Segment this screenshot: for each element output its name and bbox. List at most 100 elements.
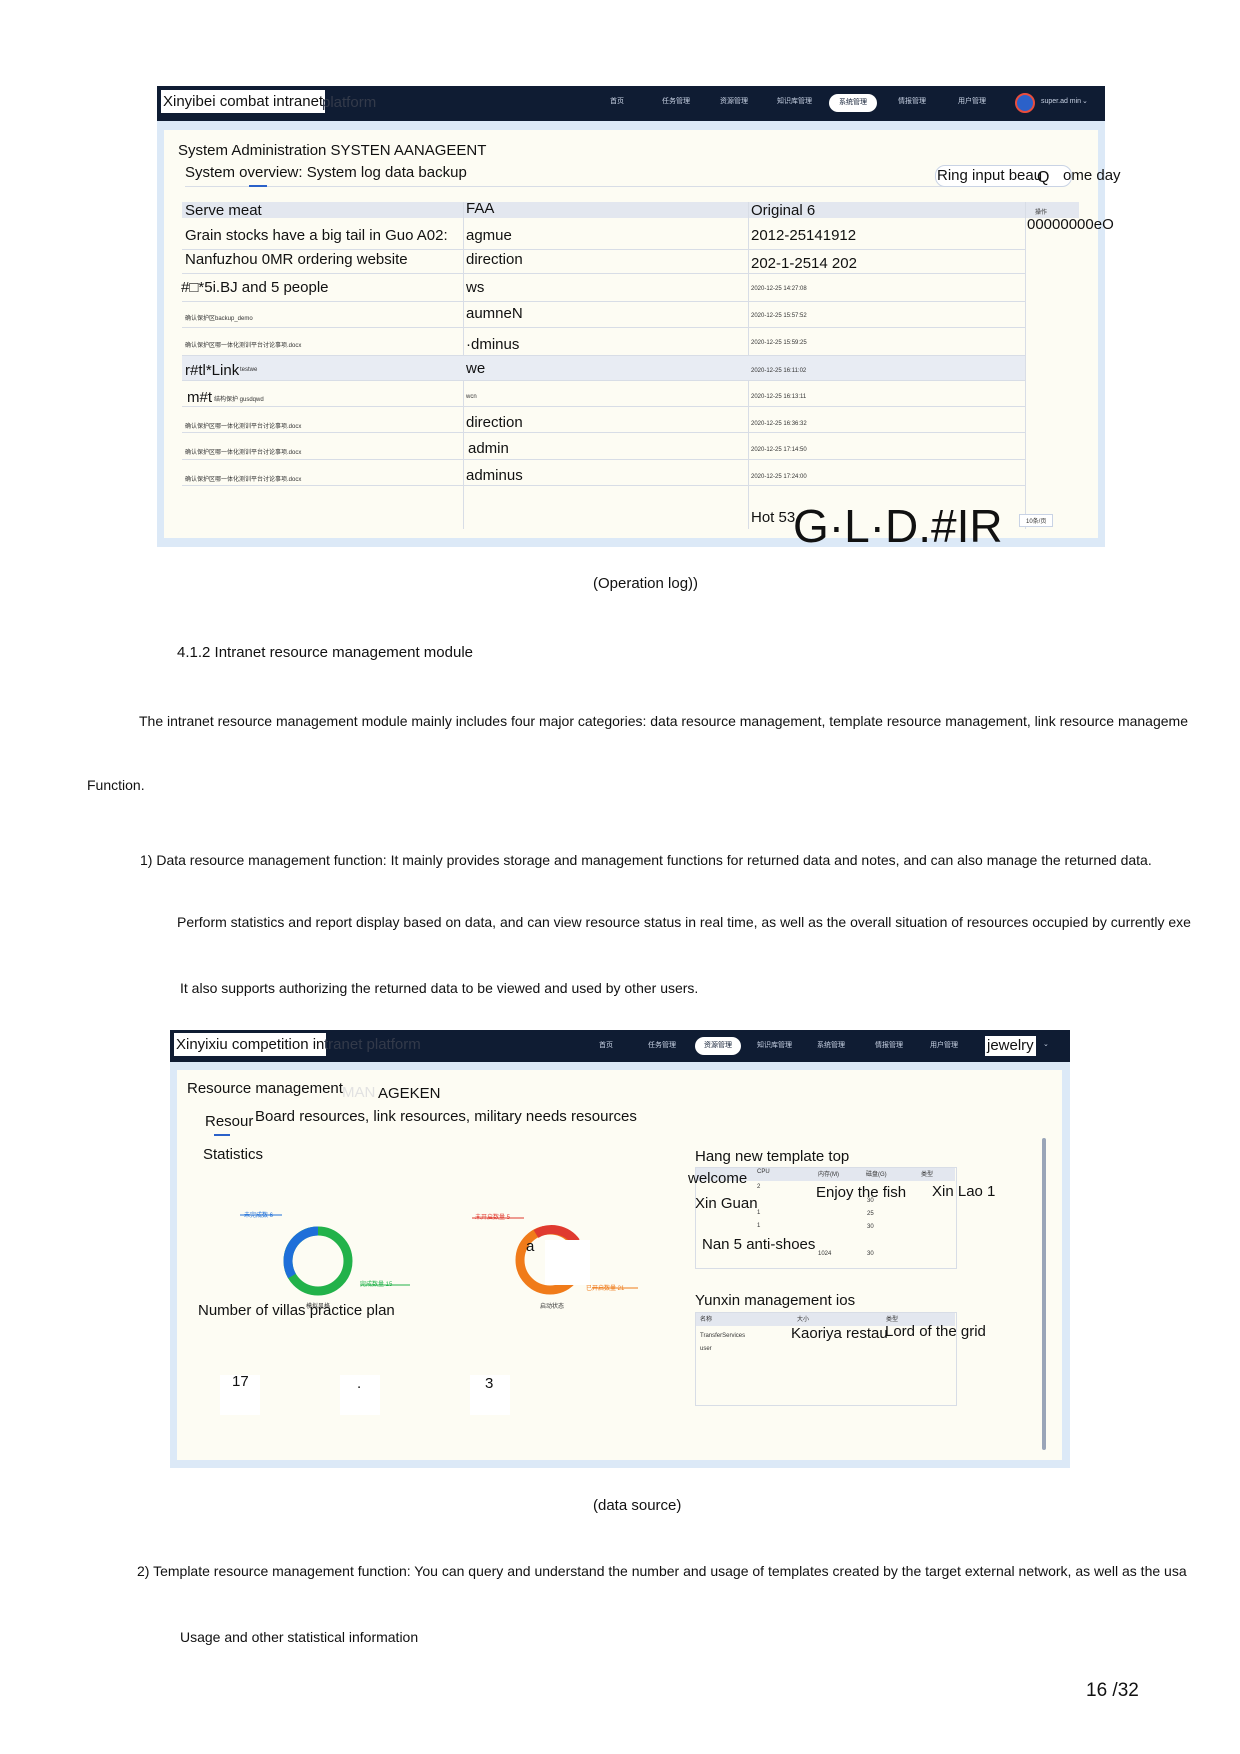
table-cell: direction [466,414,523,431]
template-cell: 1 [757,1223,761,1229]
chevron-down-icon[interactable]: ⌄ [1043,1040,1049,1048]
table-cell: we [466,360,486,377]
paragraph-line: Usage and other statistical information [180,1629,419,1645]
page-title: System Administration SYSTEN AANAGEENT [178,142,487,159]
table-cell: Nanfuzhou 0MR ordering website [185,251,408,268]
nav-item-tasks[interactable]: 任务管理 [662,96,690,106]
table-cell: adminus [466,467,523,484]
active-tab-indicator [214,1134,230,1136]
pagination-total: Hot 53 [751,509,796,526]
plan-title: Number of villas practice plan [198,1302,395,1319]
page-title-tail: AGEKEN [378,1085,441,1102]
donut2-center: a [526,1238,535,1255]
table-header-c1: Serve meat [185,202,262,219]
donut2-label-b: 已开启数量 21 [586,1286,625,1292]
paragraph-line: It also supports authorizing the returne… [180,980,699,996]
section-tabs[interactable]: Board resources, link resources, militar… [255,1108,637,1125]
cloud-cell: TransferServices [700,1333,746,1339]
scrollbar[interactable] [1042,1138,1046,1450]
tab-prefix[interactable]: Resour [205,1113,253,1130]
cloud-cell: user [700,1346,712,1352]
nav-item-resources[interactable]: 资源管理 [720,96,748,106]
paragraph-line: 1) Data resource management function: It… [140,852,1152,868]
page-title: Resource management [187,1080,343,1097]
nav-item-knowledge[interactable]: 知识库管理 [777,96,812,106]
table-cell: 确认保护区backup_demo [185,316,253,322]
section-tabs[interactable]: System overview: System log data backup [185,164,467,181]
active-tab-indicator [249,185,267,187]
table-cell: 2020-12-25 15:59:25 [751,340,807,346]
section-heading: 4.1.2 Intranet resource management modul… [177,644,474,661]
template-header: CPU [757,1169,770,1175]
nav-item-intel[interactable]: 情报管理 [875,1040,903,1050]
chevron-down-icon[interactable]: ⌄ [1082,97,1088,105]
nav-item-system[interactable]: 系统管理 [817,1040,845,1050]
template-cell: 30 [867,1251,874,1257]
table-cell: 2020-12-25 16:13:11 [751,394,807,400]
row-divider [182,355,1025,356]
table-cell: 2020-12-25 17:24:00 [751,474,807,480]
row-divider [182,249,1025,250]
table-cell: 2020-12-25 15:57:52 [751,313,807,319]
table-cell: 确认保护区哪一体化测训平台讨论事项.docx [185,424,302,430]
paragraph-line: Function. [87,777,145,793]
row-divider [182,380,1025,381]
user-menu[interactable]: jewelry [985,1036,1036,1056]
template-cell: 30 [867,1224,874,1230]
table-cell: 2012-25141912 [751,227,857,244]
nav-item-knowledge[interactable]: 知识库管理 [757,1040,792,1050]
table-cell: agmue [466,227,512,244]
row-divider [182,485,1025,486]
search-input-placeholder: Ring input beau [937,167,1043,184]
donut2-occlusion [545,1240,590,1285]
template-cell: 1 [757,1210,761,1216]
table-cell: #□*5i.BJ and 5 people [181,279,329,296]
template-cell: 30 [867,1198,874,1204]
page-size-select[interactable]: 10条/页 [1019,514,1054,527]
template-header: 磁盘(G) [866,1172,887,1178]
tabs-divider [185,186,975,187]
nav-item-users[interactable]: 用户管理 [958,96,986,106]
row-divider [182,273,1025,274]
table-cell: direction [466,251,523,268]
platform-brand: Xinyixiu competition in [174,1033,327,1056]
table-cell: 确认保护区哪一体化测训平台讨论事项.docx [185,343,302,349]
nav-item-resources-active[interactable]: 资源管理 [695,1037,741,1055]
template-row-label: Nan 5 anti-shoes [702,1236,816,1253]
donut1-label-a: 未完成数 6 [244,1213,274,1219]
donut2-label-a: 未开启数量 5 [475,1215,511,1221]
table-header-c2: FAA [466,200,495,217]
statistics-title: Statistics [203,1146,264,1163]
cloud-header: 类型 [886,1317,899,1323]
nav-item-system-active[interactable]: 系统管理 [829,94,877,112]
cloud-col-label: Kaoriya restau [791,1325,888,1342]
nav-item-tasks[interactable]: 任务管理 [648,1040,676,1050]
table-cell: m#t [187,389,213,406]
plan-value: 3 [485,1375,494,1392]
user-menu[interactable]: super.ad min [1041,98,1081,105]
search-suffix: ome day [1063,167,1121,184]
nav-item-home[interactable]: 首页 [599,1040,613,1050]
platform-brand: Xinyibei combat intranet [161,90,326,113]
table-header-bg [182,202,1025,218]
cloud-title: Yunxin management ios [695,1292,856,1309]
nav-item-home[interactable]: 首页 [610,96,624,106]
row-divider [182,432,1025,433]
plan-value: 17 [232,1373,249,1390]
operation-log-screenshot: Xinyibei combat intranet platform 首页 任务管… [157,86,1121,549]
row-divider [182,301,1025,302]
top-nav-bar: Xinyibei combat intranet platform 首页 任务管… [157,86,1105,121]
table-cell: testwe [240,367,258,373]
nav-item-intel[interactable]: 情报管理 [898,96,926,106]
table-cell: 确认保护区哪一体化测训平台讨论事项.docx [185,450,302,456]
table-cell: Grain stocks have a big tail in Guo A02: [185,227,448,244]
avatar[interactable] [1015,93,1035,113]
search-icon[interactable]: Q [1037,169,1049,187]
nav-item-users[interactable]: 用户管理 [930,1040,958,1050]
template-cell: 1024 [818,1251,832,1257]
cloud-col-label: Lord of the grid [885,1323,986,1340]
template-header: 类型 [921,1172,934,1178]
table-cell: 确认保护区哪一体化测训平台讨论事项.docx [185,477,302,483]
table-header-ops: 操作 [1035,210,1048,216]
paragraph-line: 2) Template resource management function… [137,1563,1187,1579]
